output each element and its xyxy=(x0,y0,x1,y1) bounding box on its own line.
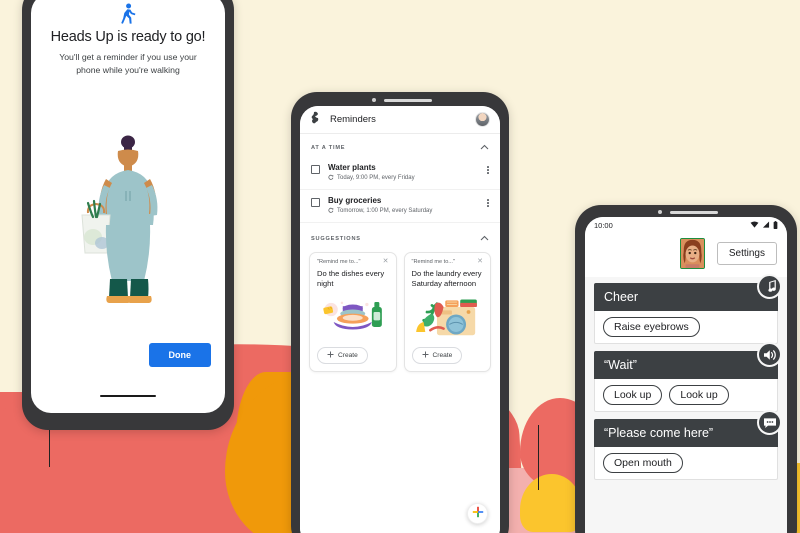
reminders-appbar: Reminders xyxy=(300,106,500,134)
status-time: 10:00 xyxy=(594,221,613,230)
reminder-checkbox[interactable] xyxy=(311,198,320,207)
chevron-up-icon[interactable] xyxy=(480,143,489,152)
reminder-checkbox[interactable] xyxy=(311,165,320,174)
assistant-icon xyxy=(310,111,321,129)
chevron-up-icon[interactable] xyxy=(480,234,489,243)
section-label: AT A TIME xyxy=(311,144,346,151)
signal-icon xyxy=(762,221,770,230)
section-header-at-a-time[interactable]: AT A TIME xyxy=(300,134,500,157)
action-block-cheer[interactable]: Cheer Raise eyebrows xyxy=(594,274,782,344)
reminder-meta: Tomorrow, 1:00 PM, every Saturday xyxy=(328,207,479,215)
action-block-title: Cheer xyxy=(594,283,778,311)
repeat-icon xyxy=(328,174,334,182)
close-icon[interactable]: ✕ xyxy=(477,258,483,265)
plus-icon xyxy=(422,351,429,360)
message-icon[interactable] xyxy=(757,410,782,435)
face-photo-thumbnail[interactable] xyxy=(679,238,705,269)
laundry-illustration xyxy=(412,295,484,339)
earpiece-speaker xyxy=(384,98,432,102)
suggestion-quote-row: "Remind me to..." ✕ xyxy=(411,258,484,265)
action-block-chips: Raise eyebrows xyxy=(594,311,778,344)
reminder-title: Water plants xyxy=(328,163,376,172)
google-plus-icon xyxy=(472,505,484,523)
speaker-icon[interactable] xyxy=(757,342,782,367)
action-chip[interactable]: Raise eyebrows xyxy=(603,317,700,337)
action-chip[interactable]: Look up xyxy=(603,385,663,405)
action-block-title: “Wait” xyxy=(594,351,778,379)
suggestion-card-dishes[interactable]: "Remind me to..." ✕ Do the dishes every … xyxy=(309,252,397,372)
earpiece-speaker xyxy=(670,210,718,214)
front-camera xyxy=(372,98,376,102)
walking-person-icon xyxy=(31,3,225,30)
suggestion-card-laundry[interactable]: "Remind me to..." ✕ Do the laundry every… xyxy=(403,252,491,372)
done-button[interactable]: Done xyxy=(148,343,211,367)
suggestion-quote: "Remind me to..." xyxy=(317,259,361,265)
page-title: Heads Up is ready to go! xyxy=(50,29,206,45)
repeat-icon xyxy=(328,207,334,215)
reminders-screen: Reminders AT A TIME Water plants Today, … xyxy=(300,106,500,533)
suggestion-quote: "Remind me to..." xyxy=(411,259,455,265)
plus-icon xyxy=(327,351,334,360)
reminders-body: AT A TIME Water plants Today, 9:00 PM, e… xyxy=(300,134,500,533)
action-chip[interactable]: Look up xyxy=(669,385,729,405)
reminder-text: Buy groceries Tomorrow, 1:00 PM, every S… xyxy=(328,196,479,215)
create-button[interactable]: Create xyxy=(411,347,463,364)
action-block-please-come-here[interactable]: “Please come here” Open mouth xyxy=(594,410,782,480)
action-block-wait[interactable]: “Wait” Look up Look up xyxy=(594,342,782,412)
table-row[interactable]: Water plants Today, 9:00 PM, every Frida… xyxy=(300,157,500,190)
phone-action-blocks: 10:00 Settings Cheer Raise eyebrows “Wai… xyxy=(575,205,797,533)
action-block-chips: Look up Look up xyxy=(594,379,778,412)
table-row[interactable]: Buy groceries Tomorrow, 1:00 PM, every S… xyxy=(300,190,500,223)
suggestion-title: Do the dishes every night xyxy=(317,269,385,288)
home-indicator xyxy=(100,394,156,397)
reminder-text: Water plants Today, 9:00 PM, every Frida… xyxy=(328,163,479,182)
hairline-mid xyxy=(538,425,539,490)
create-button[interactable]: Create xyxy=(317,347,368,364)
page-subtitle: You'll get a reminder if you use your ph… xyxy=(59,52,197,75)
action-chip[interactable]: Open mouth xyxy=(603,453,683,473)
battery-icon xyxy=(773,220,778,231)
yellow-blob xyxy=(520,474,582,532)
create-label: Create xyxy=(338,352,358,359)
heads-up-screen: Heads Up is ready to go! You'll get a re… xyxy=(31,0,225,413)
screenshot-stage: Heads Up is ready to go! You'll get a re… xyxy=(0,0,800,533)
reminder-schedule: Tomorrow, 1:00 PM, every Saturday xyxy=(337,208,433,214)
create-label: Create xyxy=(432,352,453,359)
settings-button[interactable]: Settings xyxy=(716,242,777,265)
wifi-icon xyxy=(750,221,759,230)
action-blocks-header: Settings xyxy=(585,234,787,277)
add-reminder-fab[interactable] xyxy=(467,503,488,524)
person-walking-illustration xyxy=(74,133,182,324)
suggestion-title: Do the laundry every Saturday afternoon xyxy=(411,269,482,288)
action-block-chips: Open mouth xyxy=(594,447,778,480)
suggestion-quote-row: "Remind me to..." ✕ xyxy=(317,258,389,265)
section-header-suggestions[interactable]: SUGGESTIONS xyxy=(300,223,500,248)
dishes-illustration xyxy=(317,295,389,339)
kebab-menu-icon[interactable] xyxy=(487,163,489,174)
avatar[interactable] xyxy=(475,112,490,127)
reminder-schedule: Today, 9:00 PM, every Friday xyxy=(337,175,415,181)
suggestion-cards: "Remind me to..." ✕ Do the dishes every … xyxy=(300,248,500,372)
section-label: SUGGESTIONS xyxy=(311,235,361,242)
reminder-meta: Today, 9:00 PM, every Friday xyxy=(328,174,479,182)
action-blocks-list: Cheer Raise eyebrows “Wait” Look up Look… xyxy=(585,274,787,480)
status-icons xyxy=(750,220,778,231)
phone-heads-up: Heads Up is ready to go! You'll get a re… xyxy=(22,0,234,430)
close-icon[interactable]: ✕ xyxy=(383,258,389,265)
app-title: Reminders xyxy=(330,114,376,125)
front-camera xyxy=(658,210,662,214)
reminder-title: Buy groceries xyxy=(328,196,382,205)
phone-reminders: Reminders AT A TIME Water plants Today, … xyxy=(291,92,509,533)
music-note-icon[interactable] xyxy=(757,274,782,299)
kebab-menu-icon[interactable] xyxy=(487,196,489,207)
status-bar: 10:00 xyxy=(585,217,787,234)
action-blocks-screen: 10:00 Settings Cheer Raise eyebrows “Wai… xyxy=(585,217,787,533)
action-block-title: “Please come here” xyxy=(594,419,778,447)
